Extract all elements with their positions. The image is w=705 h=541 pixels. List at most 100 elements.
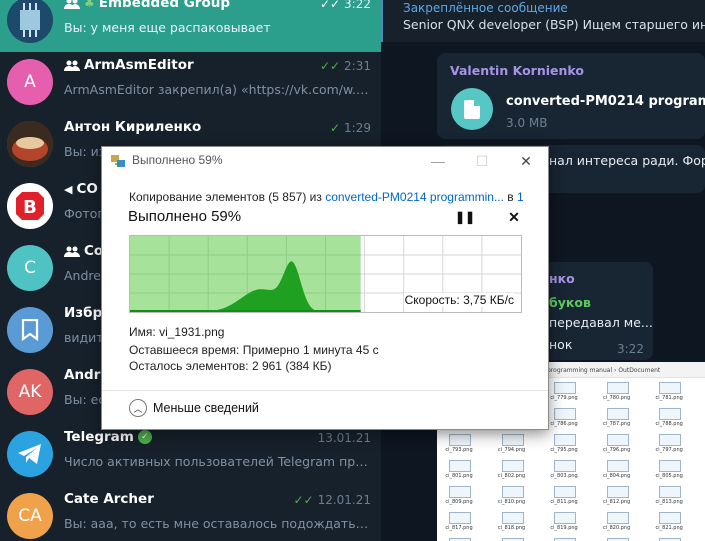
source-link[interactable]: converted-PM0214 programmin... [325,190,504,204]
explorer-file[interactable]: ci_812.png [599,486,635,512]
speed-graph: Скорость: 3,75 КБ/с [129,235,522,313]
speed-label: Скорость: 3,75 КБ/с [403,293,515,307]
image-file-icon [449,486,471,498]
pinned-message-bar[interactable]: Закреплённое сообщение Senior QNX develo… [381,0,705,42]
image-file-icon [449,434,471,446]
explorer-file-label: ci_813.png [655,499,683,505]
minimize-button[interactable]: — [416,147,460,175]
avatar[interactable]: AK [7,369,53,415]
chat-name: Антон Кириленко [64,119,201,135]
destination-link[interactable]: 1 [517,190,524,204]
explorer-file[interactable]: ci_787.png [599,408,635,434]
avatar[interactable]: CA [7,493,53,539]
explorer-file-label: ci_794.png [497,447,526,453]
pinned-text: Senior QNX developer (BSP) Ищем старшего… [403,17,705,32]
pause-icon: ❚❚ [454,210,476,224]
explorer-file[interactable]: ci_794.png [494,434,530,460]
explorer-file[interactable]: ci_781.png [651,382,687,408]
chat-preview: ArmAsmEditor закрепил(а) «https://vk.com… [64,82,369,97]
image-file-icon [659,512,682,524]
tree-emoji-icon: ♣ [84,0,95,10]
chat-time-text: 13.01.21 [317,431,371,445]
explorer-file[interactable]: ci_819.png [546,512,582,538]
chat-time-text: 2:31 [344,59,371,73]
explorer-file[interactable]: ci_801.png [441,460,477,486]
chat-time-text: 12.01.21 [317,493,371,507]
items-row: Осталось элементов: 2 961 (384 КБ) [129,359,332,373]
stop-button[interactable]: ✕ [506,209,522,225]
avatar[interactable]: B [7,183,53,229]
dialog-titlebar[interactable]: Выполнено 59% — ☐ ✕ [102,147,548,175]
maximize-button[interactable]: ☐ [460,147,504,175]
explorer-file[interactable]: ci_817.png [441,512,477,538]
group-icon [64,246,80,257]
chat-time: 13.01.21 [318,431,371,445]
explorer-file[interactable]: ci_805.png [651,460,687,486]
image-file-icon [659,434,682,446]
chat-preview: Число активных пользователей Telegram пр… [64,454,369,469]
chat-name: ArmAsmEditor [64,57,194,73]
explorer-file[interactable]: ci_809.png [441,486,477,512]
explorer-file-label: ci_802.png [497,473,526,479]
explorer-file[interactable]: ci_821.png [651,512,687,538]
dialog-separator [102,390,548,391]
avatar[interactable]: C [7,245,53,291]
explorer-file[interactable]: ci_803.png [546,460,582,486]
explorer-file[interactable]: ci_793.png [441,434,477,460]
chat-time: ✓ 1:29 [330,121,371,135]
explorer-file-label: ci_820.png [602,525,631,531]
file-message[interactable]: Valentin Kornienko converted-PM0214 prog… [437,53,705,139]
explorer-file-label: ci_779.png [550,395,578,401]
chat-item[interactable]: A ArmAsmEditor ✓✓ 2:31 ArmAsmEditor закрепил… [0,52,381,114]
progress-heading: Выполнено 59% [128,208,242,225]
avatar[interactable] [7,307,53,353]
explorer-file[interactable]: ci_813.png [651,486,687,512]
explorer-file-label: ci_804.png [602,473,631,479]
explorer-file[interactable]: ci_797.png [651,434,687,460]
explorer-file[interactable]: ci_796.png [599,434,635,460]
image-file-icon [501,486,524,498]
explorer-file[interactable]: ci_820.png [599,512,635,538]
close-button[interactable]: ✕ [504,147,548,175]
chat-item[interactable]: Telegram ✓ 13.01.21 Число активных пользова… [0,424,381,486]
avatar[interactable] [7,0,53,43]
file-icon[interactable] [451,88,493,130]
chat-name-text: Embedded Group [98,0,231,11]
chat-name-text: Cate Archer [64,491,154,507]
file-name[interactable]: converted-PM0214 programming [506,94,705,109]
explorer-file[interactable]: ci_804.png [599,460,635,486]
explorer-file[interactable]: ci_811.png [546,486,582,512]
explorer-file[interactable]: ci_818.png [494,512,530,538]
chat-name-text: Антон Кириленко [64,119,202,135]
explorer-file[interactable]: ci_802.png [494,460,530,486]
less-details-button[interactable]: ︿ Меньше сведений [129,399,259,417]
dialog-title: Выполнено 59% [132,153,223,167]
explorer-file[interactable]: ci_795.png [546,434,582,460]
photo-avatar-icon [7,121,53,167]
copy-icon [111,155,125,167]
explorer-file-label: ci_793.png [445,447,473,453]
explorer-file[interactable]: ci_788.png [651,408,687,434]
explorer-file[interactable]: ci_786.png [546,408,582,434]
explorer-file-label: ci_819.png [550,525,578,531]
image-file-icon [554,382,577,394]
image-file-icon [554,512,577,524]
copy-middle: в [507,190,514,204]
chat-item[interactable]: CA Cate Archer ✓✓ 12.01.21 Вы: ааа, то есть … [0,486,381,541]
copy-progress-dialog: Выполнено 59% — ☐ ✕ Копирование элементо… [101,146,549,430]
double-check-icon: ✓✓ [293,493,314,507]
message-author: нко [549,271,575,286]
avatar[interactable] [7,121,53,167]
image-file-icon [501,434,524,446]
avatar[interactable] [7,431,53,477]
copy-description: Копирование элементов (5 857) из convert… [129,190,524,204]
pause-button[interactable]: ❚❚ [454,209,476,225]
avatar[interactable]: A [7,59,53,105]
minimize-icon: — [431,153,445,169]
explorer-file[interactable]: ci_779.png [546,382,582,408]
explorer-file[interactable]: ci_780.png [599,382,635,408]
explorer-file-label: ci_805.png [655,473,683,479]
chat-item[interactable]: ♣ Embedded Group ✓✓ 3:22 Вы: у меня еще расп… [0,0,381,52]
explorer-file[interactable]: ci_810.png [494,486,530,512]
image-file-icon [554,460,577,472]
